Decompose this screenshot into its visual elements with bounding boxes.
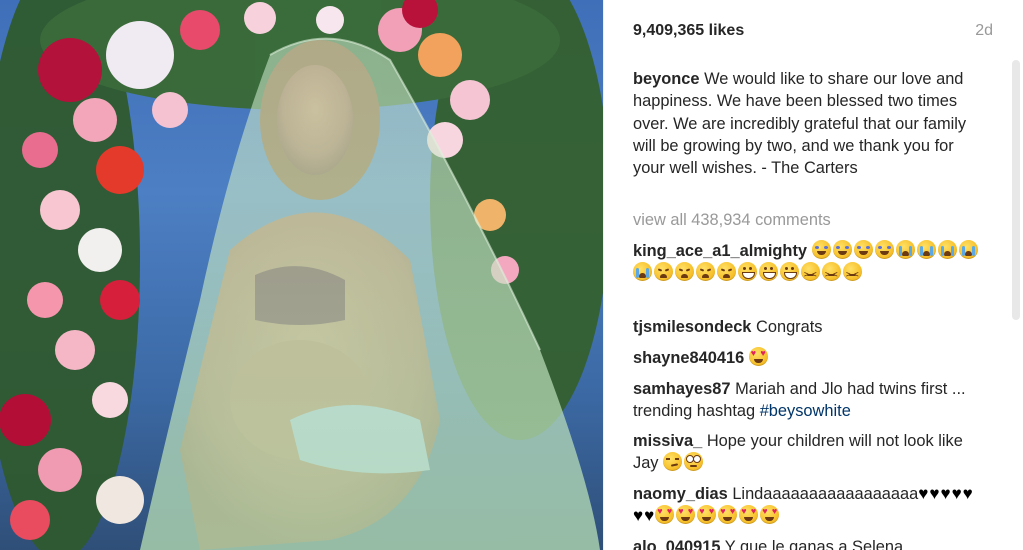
post-caption: beyonce We would like to share our love … (633, 68, 983, 179)
caption-username[interactable]: beyonce (633, 70, 700, 88)
comment-hashtag-link[interactable]: #beysowhite (760, 402, 851, 420)
comment-emojis (663, 452, 705, 472)
sob-emoji-icon (937, 240, 957, 259)
persevere-emoji-icon (822, 262, 841, 287)
post-details-panel: 9,409,365 likes 2d beyonce We would like… (604, 0, 1023, 550)
comment-username[interactable]: king_ace_a1_almighty (633, 242, 807, 260)
comments-scrollbar[interactable] (1009, 0, 1023, 550)
hearteyes-emoji-icon (739, 505, 759, 525)
sob-emoji-icon (916, 240, 936, 259)
post-age[interactable]: 2d (975, 22, 993, 40)
weary-emoji-icon (717, 262, 736, 282)
laugh-emoji-icon (853, 240, 873, 259)
comment-item: shayne840416 (633, 347, 983, 369)
comment-item: alo_040915 Y que le ganas a Selena (633, 536, 983, 550)
hearteyes-emoji-icon (718, 505, 738, 525)
grin-emoji-icon (780, 262, 799, 282)
comment-emojis (655, 505, 781, 525)
black-heart-icon: ♥ (918, 484, 929, 503)
persevere-emoji-icon (801, 262, 820, 287)
laugh-emoji-icon (874, 240, 894, 259)
hearteyes-emoji-icon (655, 505, 675, 525)
black-heart-icon: ♥ (951, 484, 962, 503)
post-photo[interactable] (0, 0, 603, 550)
comment-username[interactable]: shayne840416 (633, 349, 744, 367)
comment-item: samhayes87 Mariah and Jlo had twins firs… (633, 378, 983, 423)
black-heart-icon: ♥ (962, 484, 973, 503)
comment-item: tjsmilesondeck Congrats (633, 316, 983, 338)
rolling-emoji-icon (684, 452, 704, 472)
comment-username[interactable]: naomy_dias (633, 485, 728, 503)
black-heart-icon: ♥ (940, 484, 951, 503)
likes-count[interactable]: 9,409,365 likes (633, 22, 744, 39)
weary-emoji-icon (654, 262, 673, 282)
sob-emoji-icon (895, 240, 915, 259)
comment-username[interactable]: samhayes87 (633, 380, 731, 398)
grin-emoji-icon (738, 262, 757, 282)
black-heart-icon: ♥ (633, 506, 644, 526)
hearteyes-emoji-icon (748, 347, 768, 366)
likes-row: 9,409,365 likes 2d (633, 22, 993, 44)
black-heart-icon: ♥ (644, 506, 655, 526)
comment-item: missiva_ Hope your children will not loo… (633, 430, 983, 475)
weary-emoji-icon (696, 262, 715, 282)
grin-emoji-icon (759, 262, 778, 282)
sob-emoji-icon (958, 240, 978, 259)
comment-username[interactable]: tjsmilesondeck (633, 318, 751, 336)
comment-text: Lindaaaaaaaaaaaaaaaaa (732, 485, 919, 503)
comment-username[interactable]: alo_040915 (633, 538, 721, 550)
comment-text: Congrats (756, 318, 823, 336)
black-heart-icon: ♥ (929, 484, 940, 503)
comment-item: king_ace_a1_almighty (633, 240, 983, 287)
weary-emoji-icon (675, 262, 694, 282)
hearteyes-emoji-icon (760, 505, 780, 525)
sob-emoji-icon (633, 262, 652, 282)
comment-item: naomy_dias Lindaaaaaaaaaaaaaaaaa♥♥♥♥♥♥♥ (633, 483, 983, 528)
comment-emojis (748, 347, 770, 367)
view-all-comments-link[interactable]: view all 438,934 comments (633, 211, 831, 230)
persevere-emoji-icon (843, 262, 862, 287)
scrollbar-thumb[interactable] (1012, 60, 1020, 320)
hearteyes-emoji-icon (676, 505, 696, 525)
smirk-emoji-icon (663, 452, 683, 472)
hearteyes-emoji-icon (697, 505, 717, 525)
comment-text: Y que le ganas a Selena (724, 538, 904, 550)
laugh-emoji-icon (811, 240, 831, 259)
photo-artwork (0, 0, 603, 550)
comment-username[interactable]: missiva_ (633, 432, 702, 450)
laugh-emoji-icon (832, 240, 852, 259)
